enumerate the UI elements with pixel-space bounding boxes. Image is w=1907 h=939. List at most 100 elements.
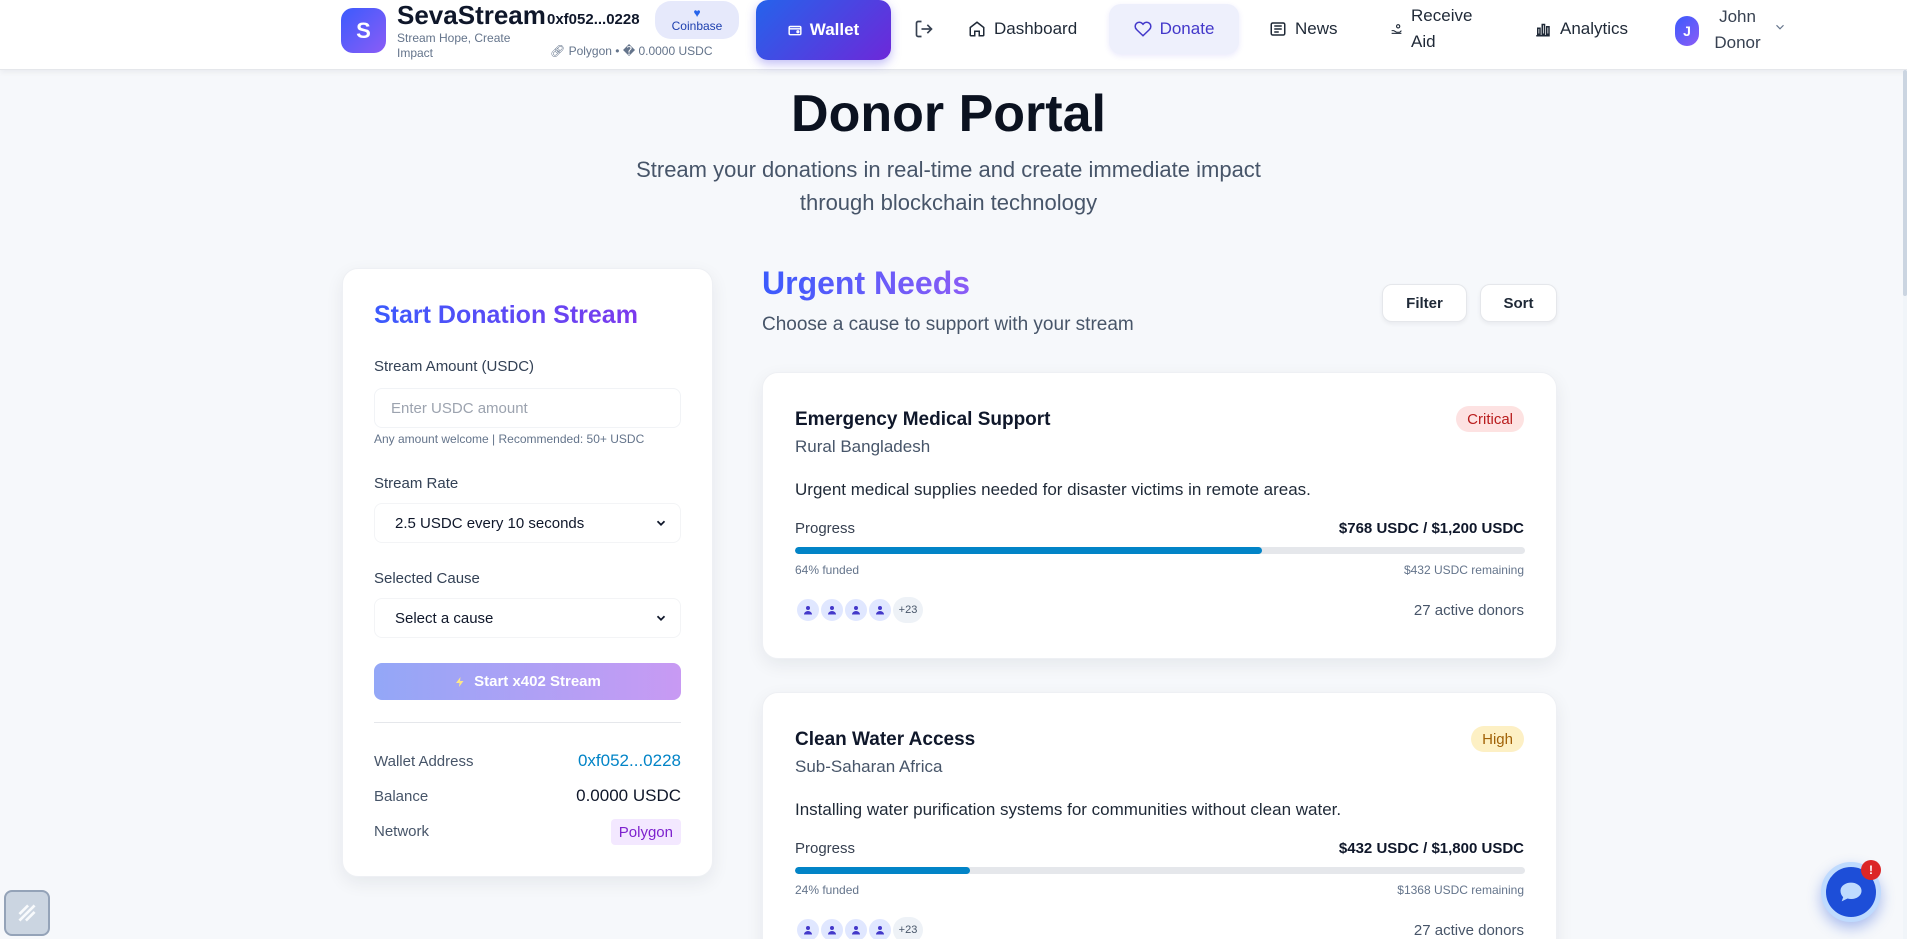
- user-icon: [828, 606, 836, 615]
- balance-value: 0.0000 USDC: [576, 786, 681, 805]
- wallet-address-label: Wallet Address: [374, 753, 474, 770]
- amount-label: Stream Amount (USDC): [374, 358, 535, 375]
- logout-icon[interactable]: [914, 19, 934, 39]
- donor-avatar: [867, 597, 893, 623]
- divider: [374, 722, 681, 723]
- user-avatar[interactable]: J: [1675, 16, 1699, 46]
- user-icon: [852, 926, 860, 935]
- urgency-badge: Critical: [1456, 406, 1524, 432]
- cause-value: Select a cause: [395, 609, 494, 627]
- stack-icon: [18, 904, 36, 922]
- page-subtitle: Stream your donations in real-time and c…: [636, 157, 1261, 215]
- hand-coins-icon: [1391, 24, 1402, 34]
- sort-button[interactable]: Sort: [1480, 284, 1557, 322]
- cause-label: Selected Cause: [374, 570, 480, 587]
- brand-tagline: Stream Hope, Create Impact: [397, 31, 511, 60]
- start-stream-label: Start x402 Stream: [474, 673, 601, 690]
- active-donors: 27 active donors: [1413, 602, 1524, 619]
- home-icon: [969, 21, 985, 37]
- urgency-badge: High: [1471, 726, 1524, 752]
- progress-fill: [795, 547, 1263, 554]
- user-icon: [804, 606, 812, 615]
- user-icon: [828, 926, 836, 935]
- wallet-address-value[interactable]: 0xf052...0228: [578, 751, 681, 771]
- progress-amount: $768 USDC / $1,200 USDC: [1338, 520, 1524, 537]
- notification-badge: !: [1861, 860, 1881, 880]
- nav-item-donate[interactable]: Donate: [1109, 4, 1239, 54]
- chat-bubble-icon: [1840, 882, 1862, 902]
- start-stream-button[interactable]: Start x402 Stream: [374, 663, 681, 700]
- network-badge: Polygon: [610, 819, 681, 845]
- cause-title: Clean Water Access: [795, 729, 976, 750]
- network-label: Network: [374, 823, 430, 840]
- user-initial: J: [1683, 23, 1691, 39]
- wallet-provider-label: Coinbase: [671, 19, 723, 33]
- user-name[interactable]: John Donor: [1710, 4, 1765, 56]
- newspaper-icon: [1270, 22, 1286, 36]
- scrollbar-thumb[interactable]: [1903, 70, 1907, 296]
- donor-avatar: [795, 597, 821, 623]
- donor-avatar: [843, 917, 869, 939]
- cause-location: Sub-Saharan Africa: [795, 757, 943, 776]
- donor-avatars: +23: [795, 597, 923, 623]
- stream-rate-value: 2.5 USDC every 10 seconds: [395, 514, 585, 532]
- cause-select[interactable]: Select a cause: [374, 598, 681, 638]
- heart-icon: [1134, 21, 1152, 37]
- nav-item-dashboard[interactable]: Dashboard: [956, 4, 1089, 54]
- cause-title: Emergency Medical Support: [795, 409, 1051, 430]
- cause-card[interactable]: Emergency Medical Support Rural Banglade…: [762, 372, 1557, 659]
- nav-item-label: News: [1295, 19, 1338, 38]
- user-icon: [876, 606, 884, 615]
- stream-rate-select[interactable]: 2.5 USDC every 10 seconds: [374, 503, 681, 543]
- wallet-button-label: Wallet: [809, 20, 860, 39]
- logo-letter: S: [356, 17, 371, 43]
- nav-item-receive-aid[interactable]: Receive Aid: [1378, 4, 1488, 54]
- progress-label: Progress: [795, 520, 856, 537]
- panel-title: Start Donation Stream: [374, 301, 638, 329]
- amount-hint: Any amount welcome | Recommended: 50+ US…: [374, 432, 645, 446]
- progress-bar: [795, 547, 1525, 554]
- funded-percent: 24% funded: [795, 883, 860, 897]
- wallet-address-display[interactable]: 0xf052...0228: [547, 11, 640, 28]
- cause-description: Urgent medical supplies needed for disas…: [795, 480, 1311, 499]
- wallet-button[interactable]: Wallet: [756, 0, 891, 60]
- donation-stream-panel: Start Donation Stream Stream Amount (USD…: [342, 268, 713, 877]
- user-icon: [804, 926, 812, 935]
- remaining-amount: $1368 USDC remaining: [1397, 883, 1524, 897]
- cause-card[interactable]: Clean Water Access Sub-Saharan Africa Hi…: [762, 692, 1557, 939]
- nav-item-label: Donate: [1159, 19, 1215, 38]
- balance-label: Balance: [374, 788, 429, 805]
- cause-description: Installing water purification systems fo…: [795, 800, 1342, 819]
- wallet-icon: [788, 25, 802, 36]
- network-balance-info: 🔗︎ Polygon • � 0.0000 USDC: [550, 44, 713, 58]
- section-title: Urgent Needs: [762, 265, 971, 301]
- corner-tool-widget[interactable]: [4, 890, 50, 936]
- donor-avatar: [819, 917, 845, 939]
- link-icon: 🔗︎: [550, 44, 566, 58]
- section-subtitle: Choose a cause to support with your stre…: [762, 314, 1134, 335]
- lightning-icon: [456, 676, 464, 687]
- chevron-down-icon: [656, 615, 666, 621]
- chevron-down-icon[interactable]: [1773, 20, 1787, 34]
- funded-percent: 64% funded: [795, 563, 860, 577]
- cause-location: Rural Bangladesh: [795, 437, 931, 456]
- progress-label: Progress: [795, 840, 856, 857]
- filter-button[interactable]: Filter: [1382, 284, 1467, 322]
- page-title: Donor Portal: [791, 85, 1106, 143]
- nav-item-news[interactable]: News: [1257, 4, 1350, 54]
- network-balance-text: Polygon • � 0.0000 USDC: [568, 44, 713, 58]
- user-icon: [876, 926, 884, 935]
- wallet-provider-badge: ♥ Coinbase: [655, 1, 739, 39]
- user-icon: [852, 606, 860, 615]
- amount-input[interactable]: [374, 388, 681, 428]
- donor-avatar: [795, 917, 821, 939]
- nav-item-analytics[interactable]: Analytics: [1522, 4, 1640, 54]
- top-navbar: S SevaStream Stream Hope, Create Impact …: [0, 0, 1907, 70]
- stream-rate-label: Stream Rate: [374, 475, 459, 492]
- remaining-amount: $432 USDC remaining: [1403, 563, 1524, 577]
- brand-name[interactable]: SevaStream: [397, 0, 546, 31]
- brand-logo[interactable]: S: [341, 8, 386, 53]
- chevron-down-icon: [656, 520, 666, 526]
- progress-amount: $432 USDC / $1,800 USDC: [1338, 840, 1524, 857]
- donor-avatar: [843, 597, 869, 623]
